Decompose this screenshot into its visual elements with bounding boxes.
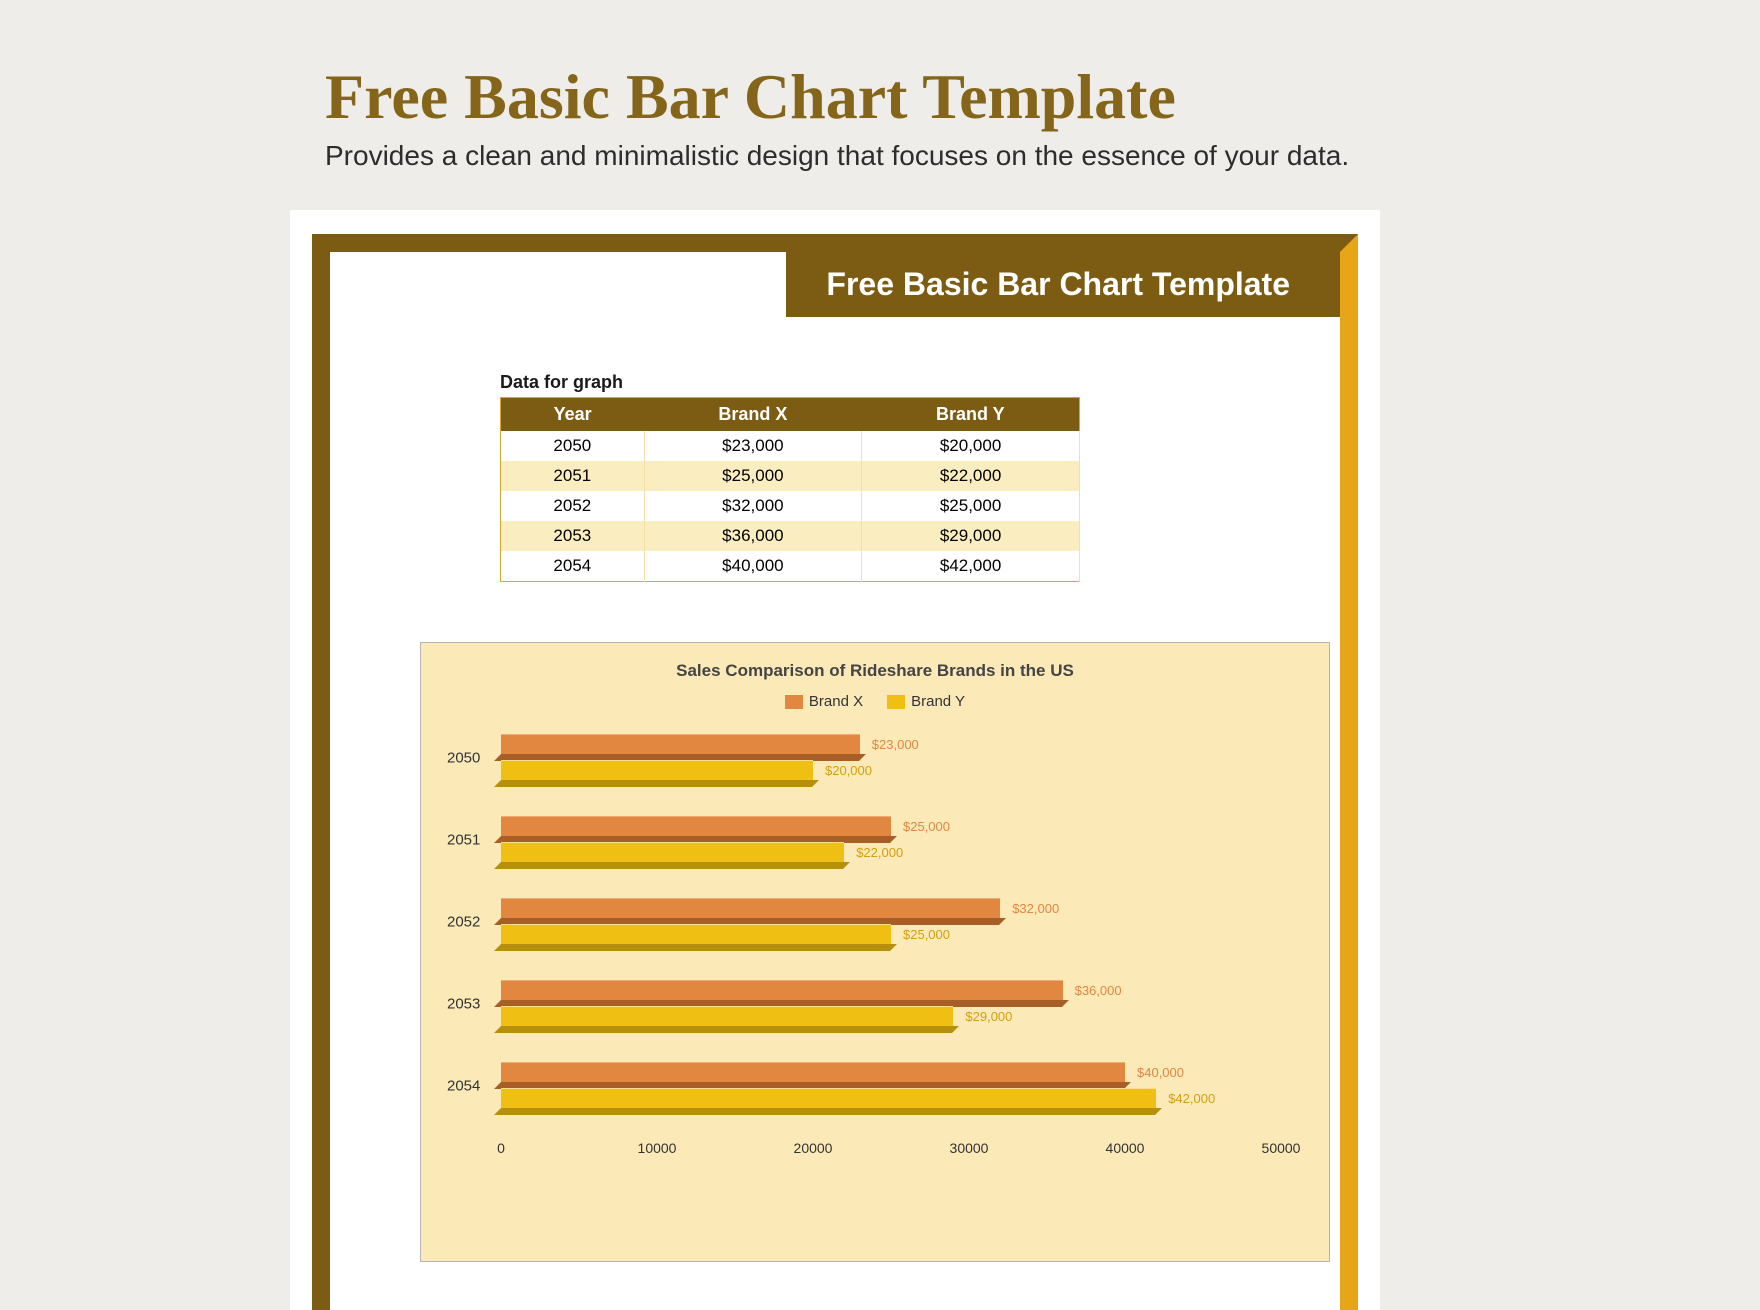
bar-value-label-x: $23,000	[872, 737, 919, 752]
category-label: 2053	[447, 996, 480, 1013]
bar-group: 2054$40,000$42,000	[501, 1058, 1281, 1114]
bar-value-label-y: $20,000	[825, 763, 872, 778]
table-header-row: Year Brand X Brand Y	[501, 398, 1080, 432]
x-tick: 50000	[1262, 1140, 1301, 1156]
table-cell: $42,000	[862, 551, 1080, 582]
bar-value-label-y: $22,000	[856, 845, 903, 860]
bar-brand-x: $23,000	[501, 734, 860, 754]
bar-chart: Sales Comparison of Rideshare Brands in …	[420, 642, 1330, 1262]
bar-brand-y: $25,000	[501, 924, 891, 944]
table-row: 2050$23,000$20,000	[501, 431, 1080, 461]
bar-value-label-x: $32,000	[1012, 901, 1059, 916]
page-title: Free Basic Bar Chart Template	[325, 60, 1176, 134]
table-cell: $23,000	[644, 431, 861, 461]
category-label: 2050	[447, 750, 480, 767]
legend-item-brand-x: Brand X	[785, 693, 863, 710]
table-header: Brand Y	[862, 398, 1080, 432]
chart-bars-area: 2050$23,000$20,0002051$25,000$22,0002052…	[501, 730, 1281, 1170]
chart-title: Sales Comparison of Rideshare Brands in …	[441, 661, 1309, 681]
bar-group: 2051$25,000$22,000	[501, 812, 1281, 868]
bar-brand-x: $32,000	[501, 898, 1000, 918]
table-cell: $22,000	[862, 461, 1080, 491]
document-frame: Free Basic Bar Chart Template Data for g…	[312, 234, 1358, 1310]
table-caption: Data for graph	[500, 372, 1290, 393]
table-cell: 2053	[501, 521, 645, 551]
document-body: Data for graph Year Brand X Brand Y 2050…	[330, 252, 1340, 1262]
table-row: 2054$40,000$42,000	[501, 551, 1080, 582]
x-tick: 20000	[794, 1140, 833, 1156]
table-cell: $40,000	[644, 551, 861, 582]
table-cell: $32,000	[644, 491, 861, 521]
bar-brand-x: $36,000	[501, 980, 1063, 1000]
table-row: 2051$25,000$22,000	[501, 461, 1080, 491]
legend-label-x: Brand X	[809, 693, 863, 710]
bar-value-label-y: $25,000	[903, 927, 950, 942]
table-cell: 2050	[501, 431, 645, 461]
category-label: 2054	[447, 1078, 480, 1095]
legend-label-y: Brand Y	[911, 693, 965, 710]
legend-swatch-y-icon	[887, 695, 905, 709]
table-header: Brand X	[644, 398, 861, 432]
bar-brand-y: $22,000	[501, 842, 844, 862]
x-tick: 10000	[638, 1140, 677, 1156]
data-table: Year Brand X Brand Y 2050$23,000$20,0002…	[500, 397, 1080, 582]
chart-legend: Brand X Brand Y	[441, 693, 1309, 710]
bar-brand-y: $42,000	[501, 1088, 1156, 1108]
table-cell: $29,000	[862, 521, 1080, 551]
bar-value-label-y: $29,000	[965, 1009, 1012, 1024]
table-cell: $25,000	[862, 491, 1080, 521]
x-tick: 0	[497, 1140, 505, 1156]
table-cell: 2052	[501, 491, 645, 521]
bar-brand-x: $25,000	[501, 816, 891, 836]
category-label: 2051	[447, 832, 480, 849]
legend-item-brand-y: Brand Y	[887, 693, 965, 710]
bar-value-label-y: $42,000	[1168, 1091, 1215, 1106]
bar-group: 2050$23,000$20,000	[501, 730, 1281, 786]
table-cell: $25,000	[644, 461, 861, 491]
x-tick: 30000	[950, 1140, 989, 1156]
table-cell: $20,000	[862, 431, 1080, 461]
table-cell: 2051	[501, 461, 645, 491]
table-cell: 2054	[501, 551, 645, 582]
table-cell: $36,000	[644, 521, 861, 551]
page-subtitle: Provides a clean and minimalistic design…	[325, 140, 1349, 172]
bar-value-label-x: $25,000	[903, 819, 950, 834]
bar-group: 2052$32,000$25,000	[501, 894, 1281, 950]
bar-brand-y: $29,000	[501, 1006, 953, 1026]
bar-value-label-x: $36,000	[1075, 983, 1122, 998]
legend-swatch-x-icon	[785, 695, 803, 709]
table-row: 2052$32,000$25,000	[501, 491, 1080, 521]
category-label: 2052	[447, 914, 480, 931]
bar-group: 2053$36,000$29,000	[501, 976, 1281, 1032]
bar-brand-x: $40,000	[501, 1062, 1125, 1082]
document-preview: Free Basic Bar Chart Template Data for g…	[290, 210, 1380, 1310]
bar-value-label-x: $40,000	[1137, 1065, 1184, 1080]
table-row: 2053$36,000$29,000	[501, 521, 1080, 551]
table-header: Year	[501, 398, 645, 432]
x-axis: 01000020000300004000050000	[501, 1140, 1281, 1170]
x-tick: 40000	[1106, 1140, 1145, 1156]
bar-brand-y: $20,000	[501, 760, 813, 780]
